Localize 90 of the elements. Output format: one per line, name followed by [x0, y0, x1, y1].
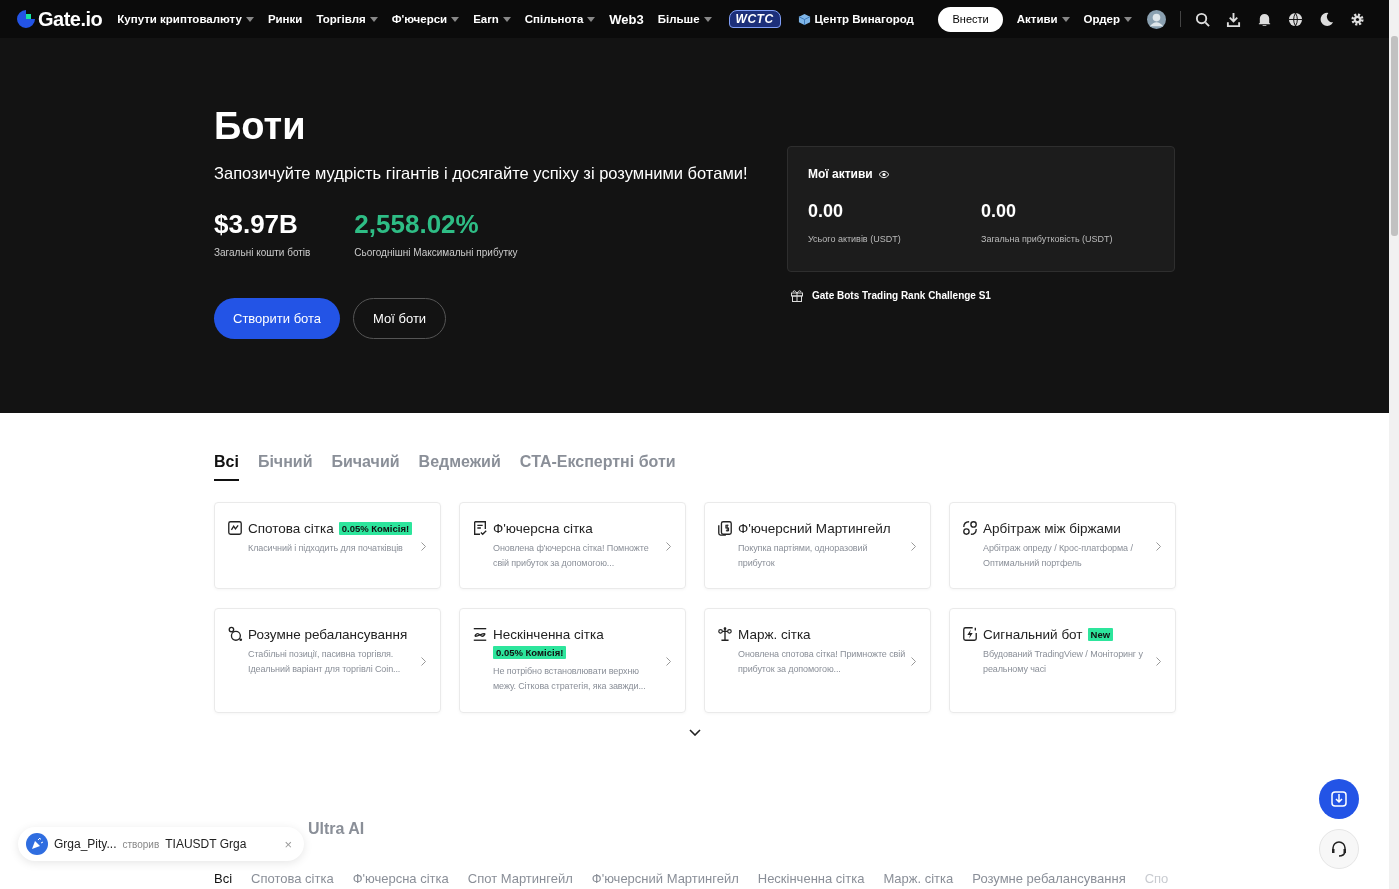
stat-label: Загальні кошти ботів	[214, 247, 311, 258]
promo-link[interactable]: Gate Bots Trading Rank Challenge S1	[812, 289, 991, 301]
bot-title: Розумне ребалансування	[248, 626, 408, 642]
subtitle: Запозичуйте мудрість гігантів і досягайте успіху зі розумними ботами!	[214, 163, 748, 183]
bot-card[interactable]: Ф'ючерсний Мартингейл Покупка партіями, одноразовий прибуток	[704, 502, 931, 589]
exchange-icon	[962, 520, 978, 536]
bot-card[interactable]: Ф'ючерсна сітка Оновлена ф'ючерсна сітка! Помножте свій прибуток за допомогою...	[459, 502, 686, 589]
bot-title: Ф'ючерсна сітка	[493, 520, 593, 536]
bot-description: Покупка партіями, одноразовий прибуток	[737, 542, 869, 570]
category-tab[interactable]: Всі	[214, 453, 239, 481]
scrollbar[interactable]	[1389, 0, 1399, 889]
bot-title: Нескінченна сітка	[493, 626, 604, 642]
nav-link[interactable]: Активи	[1009, 13, 1077, 25]
nav-link[interactable]: Купути криптовалюту	[110, 13, 261, 25]
bot-card[interactable]: Спотова сітка 0.05% Комісія! Класичний і підходить для початківців	[214, 502, 441, 589]
nav-link[interactable]: Ф'ючерси	[384, 13, 467, 25]
bot-title: Марж. сітка	[738, 626, 811, 642]
bot-title: Сигнальний бот	[983, 626, 1083, 642]
nav-link[interactable]: Торгівля	[309, 13, 385, 25]
globe-icon[interactable]	[1288, 11, 1303, 27]
bot-card[interactable]: Розумне ребалансування Стабільні позиції, пасивна торгівля. Ідеальний варіант для торгівлі Coin...	[214, 608, 441, 713]
promo-tag: 0.05% Комісія!	[493, 646, 567, 659]
bot-card[interactable]: Марж. сітка Оновлена спотова сітка! Примножте свій прибуток за допомогою...	[704, 608, 931, 713]
page-title: Боти	[214, 104, 307, 148]
nav-link[interactable]: Ордер	[1076, 13, 1139, 25]
lightning-icon	[962, 626, 978, 642]
asset-value: 0.00	[808, 201, 845, 222]
action-text: створив	[122, 838, 160, 850]
bot-title: Ф'ючерсний Мартингейл	[738, 520, 891, 536]
gift-icon	[790, 288, 804, 302]
document-icon	[472, 520, 488, 536]
chevron-right-icon	[1156, 656, 1161, 666]
bell-icon[interactable]	[1257, 11, 1272, 27]
chevron-right-icon	[421, 541, 426, 551]
avatar-icon[interactable]	[1147, 9, 1166, 29]
deposit-button[interactable]: Внести	[938, 6, 1003, 32]
nav-link[interactable]: Більше	[650, 13, 719, 25]
logo[interactable]: Gate.io	[16, 7, 103, 31]
bot-description: Класичний і підходить для початківців	[247, 542, 404, 555]
chevron-right-icon	[666, 656, 671, 666]
chevron-right-icon	[911, 541, 916, 551]
eye-icon[interactable]	[877, 169, 890, 179]
bot-description: Оновлена ф'ючерсна сітка! Помножте свій прибуток за допомогою...	[492, 542, 650, 570]
chart-icon	[227, 520, 243, 536]
party-icon	[26, 833, 48, 855]
bot-card[interactable]: Сигнальний бот New Вбудований TradingView / Моніторинг у реальному часі	[949, 608, 1176, 713]
card-title: Мої активи	[808, 167, 873, 181]
support-button[interactable]	[1319, 829, 1359, 869]
user-name: Grga_Pity...	[54, 837, 117, 851]
nav-link[interactable]: Earn	[466, 13, 518, 25]
nav-link[interactable]: Web3	[602, 11, 651, 27]
asset-label: Загальна прибутковість (USDT)	[981, 234, 1114, 244]
download-icon[interactable]	[1226, 11, 1241, 27]
chevron-right-icon	[421, 656, 426, 666]
bot-title: Спотова сітка	[248, 520, 334, 536]
scale-icon	[717, 626, 733, 642]
bot-description: Арбітраж опреду / Крос-платформа / Оптимальний портфель	[982, 542, 1134, 570]
stat-label: Сьогоднішні Максимальні прибутку	[354, 247, 518, 258]
bot-description: Стабільні позиції, пасивна торгівля. Ідеальний варіант для торгівлі Coin...	[247, 648, 402, 676]
rewards-link[interactable]: Центр Винагород	[790, 12, 921, 26]
stat-value: $3.97B	[214, 208, 299, 241]
chevron-down-icon[interactable]	[688, 729, 701, 736]
bot-description: Не потрібно встановлювати верхню межу. Сіткова стратегія, яка завжди...	[492, 665, 647, 693]
settings-icon[interactable]	[1350, 11, 1365, 27]
search-icon[interactable]	[1195, 11, 1210, 27]
create-bot-button[interactable]: Створити бота	[214, 298, 341, 339]
chevron-right-icon	[911, 656, 916, 666]
stat-value: 2,558.02%	[354, 208, 480, 241]
bot-card[interactable]: Нескінченна сітка 0.05% Комісія! Не потрібно встановлювати верхню межу. Сіткова стратегія, яка завжди...	[459, 608, 686, 713]
cube-icon	[797, 12, 811, 26]
chevron-right-icon	[1156, 541, 1161, 551]
asset-label: Усього активів (USDT)	[808, 234, 902, 244]
bot-description: Вбудований TradingView / Моніторинг у реальному часі	[982, 648, 1144, 676]
bot-card[interactable]: Арбітраж між біржами Арбітраж опреду / Крос-платформа / Оптимальний портфель	[949, 502, 1176, 589]
bot-title: Арбітраж між біржами	[983, 520, 1121, 536]
download-app-button[interactable]	[1319, 779, 1359, 819]
promo-tag: 0.05% Комісія!	[338, 521, 413, 535]
asset-value: 0.00	[981, 201, 1018, 222]
bot-description: Оновлена спотова сітка! Примножте свій прибуток за допомогою...	[737, 648, 906, 676]
filter-tab[interactable]: Всі	[214, 871, 233, 886]
moon-icon[interactable]	[1319, 11, 1334, 27]
nav-link[interactable]: Спільнота	[517, 13, 603, 25]
event-logo[interactable]: WCTC	[728, 10, 781, 28]
circles-icon	[227, 626, 243, 642]
dollar-icon	[717, 520, 733, 536]
promo-tag: New	[1087, 627, 1114, 641]
infinity-icon	[472, 626, 488, 642]
bot-name: TIAUSDT Grga	[165, 837, 247, 851]
chevron-right-icon	[666, 541, 671, 551]
nav-link[interactable]: Ринки	[260, 13, 310, 25]
